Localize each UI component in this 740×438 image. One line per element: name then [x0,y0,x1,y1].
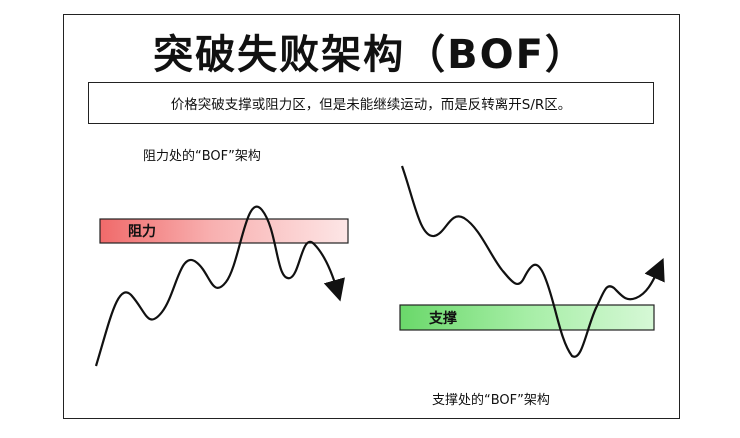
support-label: 支撑 [429,311,457,327]
diagram-canvas [94,165,665,367]
support-caption: 支撑处的“BOF”架构 [432,393,550,408]
resistance-label: 阻力 [128,224,156,240]
